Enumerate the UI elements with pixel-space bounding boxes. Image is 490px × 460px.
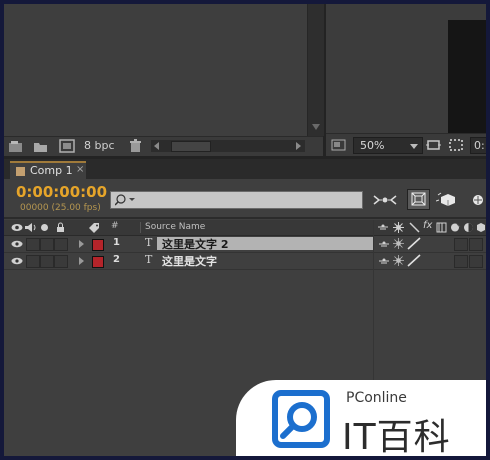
solo-toggle[interactable] xyxy=(40,255,54,268)
motion-blur-header-icon xyxy=(451,223,461,232)
eye-icon[interactable] xyxy=(11,240,23,248)
layer-search-input[interactable] xyxy=(110,191,363,209)
audio-header-icon xyxy=(25,223,36,232)
current-time-display[interactable]: 0:00:00:00 xyxy=(16,183,107,201)
bit-depth-button[interactable]: 8 bpc xyxy=(84,139,115,152)
adjustment-layer-header-icon xyxy=(464,223,473,232)
live-update-button[interactable] xyxy=(407,189,430,210)
layer-number-column-header: # xyxy=(111,221,119,231)
collapse-transform-switch-icon[interactable] xyxy=(393,238,404,249)
project-panel: 8 bpc xyxy=(4,4,324,156)
layer-name: 这里是文字 2 xyxy=(162,238,229,251)
pconline-logo-icon xyxy=(272,390,330,448)
frame-blending-header-icon xyxy=(436,222,447,233)
watermark-name: IT百科 xyxy=(342,417,451,456)
project-toolbar: 8 bpc xyxy=(4,136,323,156)
composition-mini-flowchart-icon[interactable] xyxy=(372,194,398,206)
3d-layer-header-icon xyxy=(477,223,485,232)
video-visibility-header-icon xyxy=(11,224,23,231)
layer-name[interactable]: 这里是文字 xyxy=(162,253,217,269)
viewer-toolbar: 50% 0: xyxy=(326,133,486,156)
frame-rate-info: 00000 (25.00 fps) xyxy=(20,203,101,213)
effects-switch[interactable] xyxy=(454,238,468,251)
scroll-down-arrow-icon[interactable] xyxy=(312,124,320,130)
effects-switch[interactable] xyxy=(454,255,468,268)
header-separator xyxy=(140,222,141,233)
audio-toggle[interactable] xyxy=(26,238,40,251)
solo-toggle[interactable] xyxy=(40,238,54,251)
cube-3d-icon[interactable] xyxy=(436,191,458,207)
audio-toggle[interactable] xyxy=(26,255,40,268)
effects-column-header: fx xyxy=(423,220,433,231)
app-window: 8 bpc 50% 0: Comp 1 × 0:00:00:00 00000 (… xyxy=(4,4,486,456)
new-folder-icon[interactable] xyxy=(33,140,48,153)
tab-comp-1[interactable]: Comp 1 × xyxy=(10,161,86,181)
composition-canvas[interactable] xyxy=(326,4,486,133)
expand-arrow-icon[interactable] xyxy=(79,240,84,248)
trash-icon[interactable] xyxy=(129,139,142,153)
composition-viewer-panel: 50% 0: xyxy=(326,4,486,156)
source-name-column-header[interactable]: Source Name xyxy=(145,222,205,232)
layer-row[interactable]: 2 T 这里是文字 xyxy=(4,253,486,270)
close-icon[interactable]: × xyxy=(76,164,84,175)
resolution-value: 0: xyxy=(474,139,485,152)
region-of-interest-icon[interactable] xyxy=(448,138,464,152)
project-vertical-scrollbar[interactable] xyxy=(307,4,324,136)
project-horizontal-scrollbar[interactable] xyxy=(151,140,305,152)
label-tag-header-icon xyxy=(89,223,99,233)
solo-header-icon xyxy=(41,224,48,231)
zoom-dropdown[interactable]: 50% xyxy=(353,137,423,154)
quality-switch-icon[interactable] xyxy=(407,237,421,250)
interpret-footage-icon[interactable] xyxy=(8,140,23,153)
fit-frame-icon[interactable] xyxy=(426,138,441,152)
lock-toggle[interactable] xyxy=(54,238,68,251)
expand-arrow-icon[interactable] xyxy=(79,257,84,265)
draft-3d-icon xyxy=(411,192,426,206)
composition-icon xyxy=(16,167,25,176)
label-color-swatch[interactable] xyxy=(92,239,104,251)
layer-column-header: # Source Name fx xyxy=(4,220,486,236)
search-icon xyxy=(115,194,135,206)
layer-number: 2 xyxy=(113,254,120,265)
shy-header-icon xyxy=(378,224,388,230)
timeline-tab-bar: Comp 1 × xyxy=(4,159,486,181)
watermark-overlay: PConline IT百科 xyxy=(236,380,486,456)
watermark-brand: PConline xyxy=(346,390,407,406)
collapse-transform-header-icon xyxy=(393,222,404,233)
quality-header-icon xyxy=(409,222,420,233)
lock-header-icon xyxy=(57,222,64,232)
lock-toggle[interactable] xyxy=(54,255,68,268)
scroll-left-arrow-icon[interactable] xyxy=(154,142,159,150)
chevron-down-icon xyxy=(410,144,418,149)
shy-switch-icon[interactable] xyxy=(378,257,390,265)
collapse-transform-switch-icon[interactable] xyxy=(393,255,404,266)
timeline-divider xyxy=(4,217,486,219)
label-color-swatch[interactable] xyxy=(92,256,104,268)
scroll-right-arrow-icon[interactable] xyxy=(296,142,301,150)
resolution-dropdown[interactable]: 0: xyxy=(470,137,486,154)
text-layer-icon: T xyxy=(145,253,153,266)
text-layer-icon: T xyxy=(145,236,153,249)
horizontal-scroll-thumb[interactable] xyxy=(171,141,211,152)
zoom-value: 50% xyxy=(360,139,385,152)
3d-layer-switch[interactable] xyxy=(469,238,483,251)
comp-frame-black xyxy=(448,20,486,133)
3d-layer-switch[interactable] xyxy=(469,255,483,268)
always-preview-icon[interactable] xyxy=(331,139,346,151)
layer-name-selected[interactable]: 这里是文字 2 xyxy=(157,237,374,251)
layer-row[interactable]: 1 T 这里是文字 2 xyxy=(4,236,486,253)
layer-number: 1 xyxy=(113,237,120,248)
quality-switch-icon[interactable] xyxy=(407,254,421,267)
tab-label: Comp 1 xyxy=(30,164,73,177)
new-composition-icon[interactable] xyxy=(59,139,75,153)
graph-editor-icon[interactable] xyxy=(470,194,486,206)
shy-switch-icon[interactable] xyxy=(378,240,390,248)
eye-icon[interactable] xyxy=(11,257,23,265)
